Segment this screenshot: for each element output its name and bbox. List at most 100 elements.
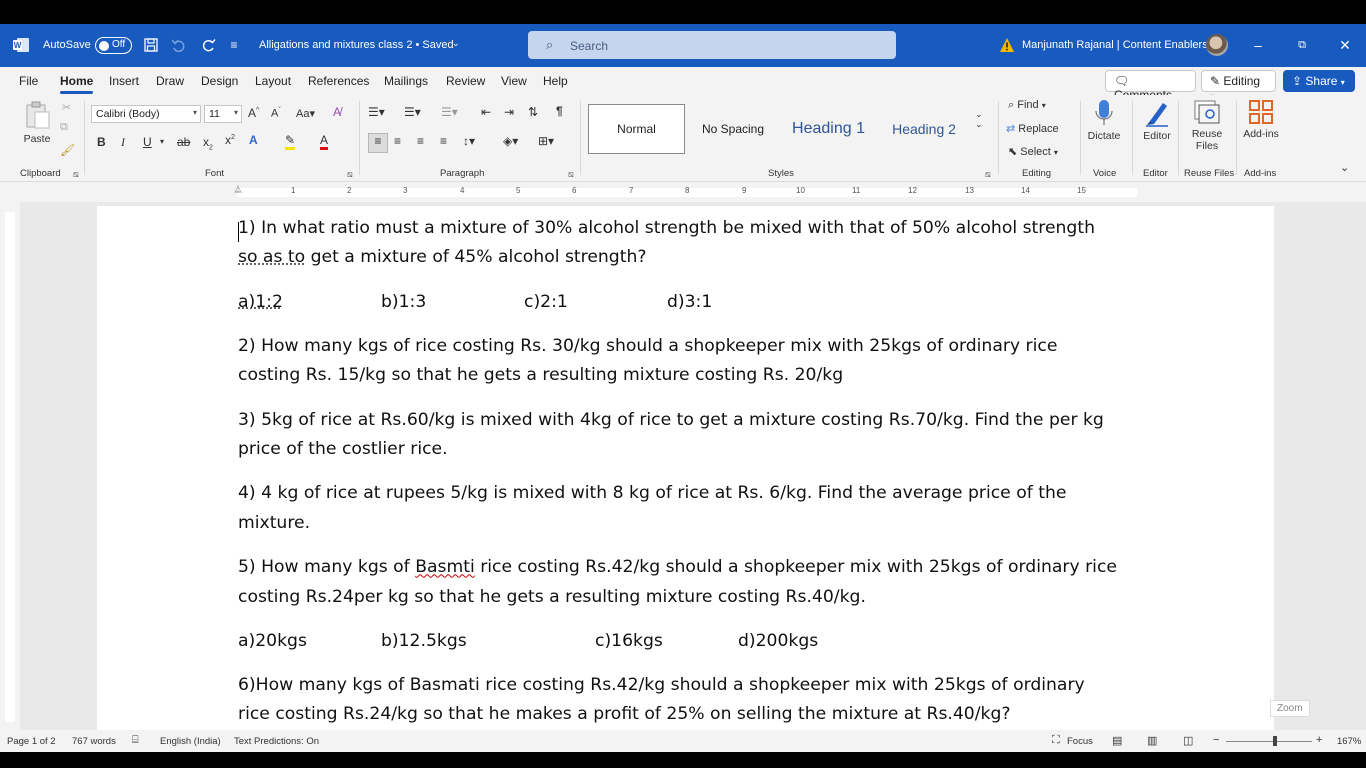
strikethrough-icon[interactable]: ab [177, 135, 190, 149]
save-icon[interactable] [143, 37, 159, 53]
paragraph-launcher-icon[interactable]: ⧅ [568, 169, 574, 180]
numbering-icon[interactable]: ☰▾ [404, 105, 421, 119]
reuse-files-button[interactable]: Reuse Files [1186, 99, 1228, 152]
bullets-icon[interactable]: ☰▾ [368, 105, 385, 119]
comments-button[interactable]: 🗨 Comments [1105, 70, 1196, 102]
change-case-icon[interactable]: Aa▾ [296, 107, 315, 120]
font-size-combo[interactable]: 11 ▾ [204, 105, 242, 123]
tab-review[interactable]: Review [446, 74, 485, 88]
tab-insert[interactable]: Insert [109, 74, 139, 88]
redo-icon[interactable] [201, 37, 217, 53]
sort-icon[interactable]: ⇅ [528, 105, 538, 119]
decrease-indent-icon[interactable]: ⇤ [481, 105, 491, 119]
zoom-level[interactable]: 167% [1337, 736, 1361, 747]
focus-icon[interactable]: ⛶ [1052, 734, 1060, 747]
question-2[interactable]: 2) How many kgs of rice costing Rs. 30/k… [238, 332, 1143, 391]
zoom-in-icon[interactable]: + [1316, 734, 1322, 746]
copy-icon[interactable]: ⧉ [60, 121, 68, 134]
proofing-icon[interactable]: ⌸ [132, 734, 139, 747]
font-name-combo[interactable]: Calibri (Body) ▾ [91, 105, 201, 123]
style-no-spacing[interactable]: No Spacing [690, 104, 776, 154]
clear-formatting-icon[interactable]: A̸ [333, 105, 341, 119]
style-heading-2[interactable]: Heading 2 [881, 104, 967, 154]
restore-button[interactable]: ⧉ [1292, 35, 1312, 55]
indent-marker-icon[interactable]: ⏅ [234, 184, 242, 195]
borders-icon[interactable]: ⊞▾ [538, 134, 554, 148]
format-painter-icon[interactable]: 🖌 [60, 143, 75, 157]
question-5[interactable]: 5) How many kgs of Basmti rice costing R… [238, 553, 1143, 612]
question-4[interactable]: 4) 4 kg of rice at rupees 5/kg is mixed … [238, 479, 1143, 538]
underline-icon[interactable]: U [143, 135, 152, 149]
clipboard-launcher-icon[interactable]: ⧅ [73, 169, 79, 180]
tab-mailings[interactable]: Mailings [384, 74, 428, 88]
share-button[interactable]: ⇪ Share ▾ [1283, 70, 1355, 92]
justify-icon[interactable]: ≡ [440, 134, 447, 148]
shading-icon[interactable]: ◈▾ [503, 134, 518, 148]
style-heading-1[interactable]: Heading 1 [781, 104, 876, 154]
question-6[interactable]: 6)How many kgs of Basmati rice costing R… [238, 671, 1143, 730]
page-count[interactable]: Page 1 of 2 [7, 736, 56, 747]
print-layout-icon[interactable]: ▥ [1147, 734, 1157, 747]
title-chevron-icon[interactable]: ⌄ [452, 38, 460, 49]
focus-label[interactable]: Focus [1067, 736, 1093, 747]
close-button[interactable]: ✕ [1335, 35, 1355, 55]
editor-button[interactable]: Editor [1137, 99, 1177, 142]
font-color-icon[interactable]: A [320, 133, 329, 150]
styles-launcher-icon[interactable]: ⧅ [985, 169, 991, 180]
text-predictions[interactable]: Text Predictions: On [234, 736, 319, 747]
language[interactable]: English (India) [160, 736, 221, 747]
zoom-slider-track[interactable] [1226, 741, 1312, 742]
superscript-icon[interactable]: x2 [225, 133, 235, 147]
spelling-error[interactable]: Basmti [415, 557, 475, 577]
avatar[interactable] [1206, 34, 1228, 56]
undo-icon[interactable] [170, 37, 186, 53]
cut-icon[interactable]: ✂ [62, 101, 71, 114]
question-1[interactable]: 1) In what ratio must a mixture of 30% a… [238, 214, 1143, 273]
read-mode-icon[interactable]: ▤ [1112, 734, 1122, 747]
minimize-button[interactable]: – [1248, 35, 1268, 55]
show-formatting-icon[interactable]: ¶ [556, 104, 563, 118]
italic-icon[interactable]: I [121, 135, 125, 150]
document-page[interactable]: 1) In what ratio must a mixture of 30% a… [97, 206, 1274, 730]
grow-font-icon[interactable]: A^ [248, 106, 259, 120]
find-button[interactable]: ⌕ Find ▾ [1008, 99, 1046, 112]
horizontal-ruler[interactable]: 1 2 3 4 5 6 7 8 9 10 11 12 13 14 15 ⏅ [0, 182, 1366, 202]
tab-layout[interactable]: Layout [255, 74, 291, 88]
tab-design[interactable]: Design [201, 74, 238, 88]
line-spacing-icon[interactable]: ↕▾ [463, 134, 475, 148]
styles-scroll-icon[interactable]: ⌄ ⌄ [975, 109, 983, 129]
tab-draw[interactable]: Draw [156, 74, 184, 88]
document-body[interactable]: 1) In what ratio must a mixture of 30% a… [238, 214, 1143, 730]
customize-toolbar-icon[interactable]: ≡ [226, 37, 242, 53]
question-3[interactable]: 3) 5kg of rice at Rs.60/kg is mixed with… [238, 406, 1143, 465]
word-count[interactable]: 767 words [72, 736, 116, 747]
align-right-icon[interactable]: ≡ [417, 134, 424, 148]
tab-view[interactable]: View [501, 74, 527, 88]
multilevel-list-icon[interactable]: ☰▾ [441, 105, 458, 119]
zoom-out-icon[interactable]: − [1213, 734, 1219, 746]
select-button[interactable]: ⬉ Select ▾ [1008, 145, 1058, 158]
add-ins-button[interactable]: Add-ins [1240, 99, 1282, 140]
document-title[interactable]: Alligations and mixtures class 2 • Saved [259, 39, 454, 51]
replace-button[interactable]: ⇄ Replace [1006, 122, 1059, 135]
chevron-down-icon[interactable]: ▾ [160, 137, 164, 146]
paste-button[interactable]: Paste [20, 100, 54, 145]
style-normal[interactable]: Normal [588, 104, 685, 154]
highlight-icon[interactable]: ✎ [285, 133, 296, 150]
tab-help[interactable]: Help [543, 74, 568, 88]
warning-icon[interactable] [999, 37, 1015, 53]
zoom-slider-thumb[interactable] [1273, 736, 1277, 746]
editing-mode-button[interactable]: ✎ Editing ▾ [1201, 70, 1276, 101]
subscript-icon[interactable]: x2 [203, 135, 213, 151]
web-layout-icon[interactable]: ◫ [1183, 734, 1193, 747]
document-canvas[interactable]: 1) In what ratio must a mixture of 30% a… [20, 202, 1366, 730]
autosave-toggle[interactable]: Off [95, 37, 132, 54]
increase-indent-icon[interactable]: ⇥ [504, 105, 514, 119]
tab-file[interactable]: File [19, 74, 38, 88]
collapse-ribbon-icon[interactable]: ⌄ [1340, 161, 1349, 174]
grammar-flag[interactable]: so as to [238, 247, 305, 267]
align-center-icon[interactable]: ≡ [394, 134, 401, 148]
search-box[interactable]: ⌕ Search [528, 31, 896, 59]
dictate-button[interactable]: Dictate [1084, 99, 1124, 142]
text-effects-icon[interactable]: A [249, 133, 258, 147]
